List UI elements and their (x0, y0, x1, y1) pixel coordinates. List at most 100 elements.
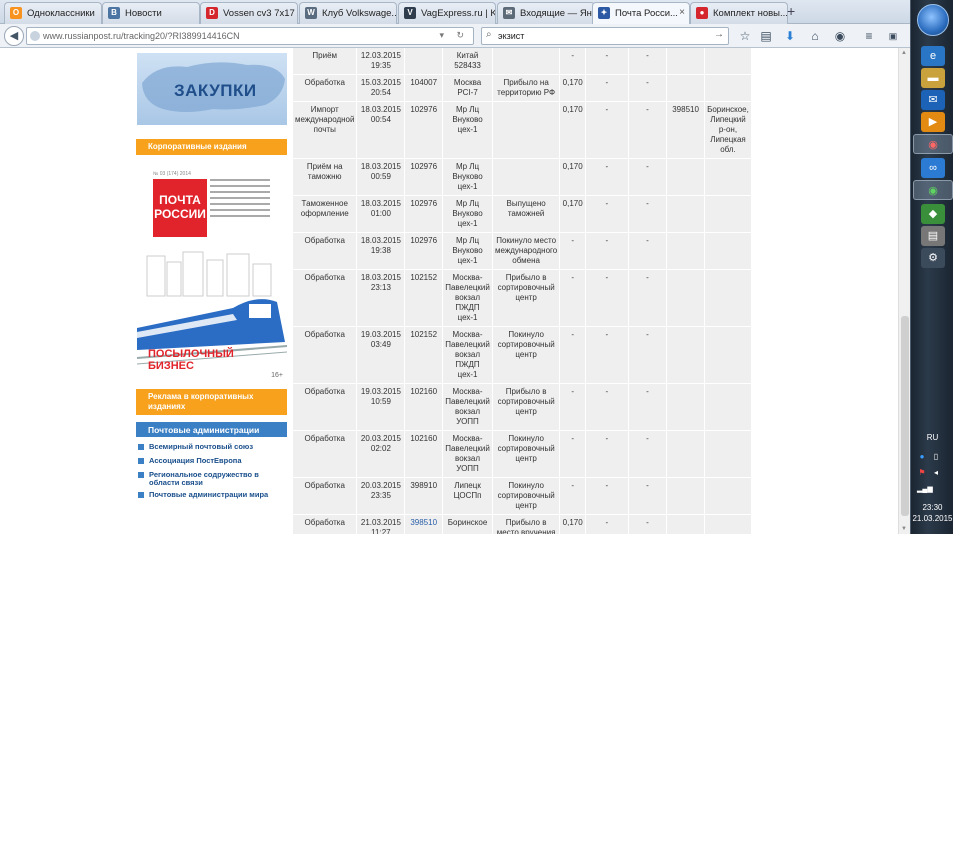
table-cell[interactable]: 398510 (404, 514, 444, 534)
table-cell: 0,170 (559, 158, 587, 196)
menu-icon[interactable]: ≡ (860, 27, 878, 45)
tab-label: Клуб Volkswage... (322, 8, 397, 19)
document-app-icon[interactable]: ▤ (921, 226, 945, 246)
ie-icon[interactable]: e (921, 46, 945, 66)
table-cell (666, 383, 705, 431)
table-cell (704, 195, 753, 233)
postal-link[interactable]: Региональное содружество в области связи (136, 471, 287, 487)
system-clock[interactable]: 23:30 21.03.2015 (911, 502, 954, 524)
start-button[interactable] (917, 4, 949, 36)
postal-link[interactable]: Ассоциация ПостЕвропа (136, 457, 287, 465)
search-input[interactable]: ⌕ экзист → (481, 27, 729, 45)
tray-app-icon[interactable]: ● (917, 452, 927, 462)
close-tab-icon[interactable]: × (679, 7, 685, 18)
table-cell: Обработка (293, 269, 358, 327)
browser-tab[interactable]: ✦ Почта Росси... × (592, 2, 690, 24)
scroll-up-icon[interactable]: ▲ (901, 50, 907, 56)
table-cell: 398910 (404, 477, 444, 515)
table-cell: Обработка (293, 232, 358, 270)
drive2-icon: ● (696, 7, 708, 19)
browser-tab[interactable]: ✉ Входящие — Ян... (497, 2, 595, 24)
bookmark-star-icon[interactable]: ☆ (736, 27, 754, 45)
language-indicator[interactable]: RU (911, 433, 954, 442)
table-cell: 19.03.2015 03:49 (356, 326, 406, 384)
bookmarks-list-icon[interactable]: ▤ (757, 27, 775, 45)
chrome-icon[interactable]: ◉ (913, 180, 953, 200)
mail-app-icon[interactable]: ✉ (921, 90, 945, 110)
explorer-icon[interactable]: ▬ (921, 68, 945, 88)
table-cell: - (628, 514, 668, 534)
table-cell: Прибыло в сортировочный центр (492, 269, 561, 327)
postal-link[interactable]: Всемирный почтовый союз (136, 443, 287, 451)
browser-tab[interactable]: D Vossen cv3 7x17 ... (200, 2, 298, 24)
browser-tab[interactable]: B Новости (102, 2, 200, 24)
scrollbar-thumb[interactable] (901, 316, 909, 516)
chat-icon[interactable]: ◉ (831, 27, 849, 45)
table-cell: Боринское, Липецкий р-он, Липецкая обл. (704, 101, 753, 159)
table-cell: Приём на таможню (293, 158, 358, 196)
volume-icon[interactable]: ◂ (931, 468, 941, 478)
tab-label: Vossen cv3 7x17 ... (223, 8, 298, 19)
back-button[interactable]: ◀ (4, 26, 24, 46)
page-scrollbar[interactable]: ▲ ▼ (898, 48, 910, 534)
network-signal-icon[interactable]: ▂▄▆ (917, 485, 933, 495)
skype-icon[interactable]: ∞ (921, 158, 945, 178)
browser-tab[interactable]: V VagExpress.ru | K... (398, 2, 496, 24)
zakupki-banner[interactable]: ЗАКУПКИ (137, 53, 287, 125)
sidebar-toggle-icon[interactable]: ▣ (884, 27, 902, 45)
magazine-cover[interactable]: № 03 (174) 2014 ПОЧТА РОССИИ (150, 171, 272, 239)
ads-header[interactable]: Реклама в корпоративных изданиях (136, 389, 287, 415)
drive2-icon: D (206, 7, 218, 19)
corporate-editions-header[interactable]: Корпоративные издания (136, 139, 287, 155)
table-row: Обработка 21.03.2015 11:27 398510 Боринское… (293, 514, 753, 534)
firefox-icon[interactable]: ◉ (913, 134, 953, 154)
postal-link-label: Ассоциация ПостЕвропа (149, 456, 242, 465)
table-cell (666, 430, 705, 478)
table-cell: 18.03.2015 23:13 (356, 269, 406, 327)
browser-tab[interactable]: ● Комплект новы... (690, 2, 788, 24)
address-bar[interactable]: www.russianpost.ru/tracking20/?RI3899144… (26, 27, 474, 45)
table-cell: Мр Лц Внуково цех-1 (442, 195, 494, 233)
steam-icon[interactable]: ⚙ (921, 248, 945, 268)
browser-tab[interactable]: О Одноклассники (4, 2, 102, 24)
scroll-down-icon[interactable]: ▼ (901, 526, 907, 532)
tab-label: Почта Росси... (615, 8, 678, 19)
browser-tab[interactable]: W Клуб Volkswage... (299, 2, 397, 24)
home-icon[interactable]: ⌂ (806, 27, 824, 45)
table-cell: - (585, 477, 629, 515)
table-cell: Покинуло сортировочный центр (492, 326, 561, 384)
table-cell: - (585, 269, 629, 327)
magazine-title: ПОЧТА РОССИИ (153, 179, 207, 237)
table-cell: 18.03.2015 00:59 (356, 158, 406, 196)
table-cell: 18.03.2015 01:00 (356, 195, 406, 233)
parcel-business-title: ПОСЫЛОЧНЫЙ БИЗНЕС (148, 348, 234, 372)
zakupki-label: ЗАКУПКИ (174, 81, 257, 100)
table-cell: - (559, 430, 587, 478)
tray-flag-icon[interactable]: ⚑ (917, 468, 927, 478)
table-row: Обработка 15.03.2015 20:54 104007 Москва PC… (293, 74, 753, 102)
tab-label: Одноклассники (27, 8, 95, 19)
postal-link[interactable]: Почтовые администрации мира (136, 491, 287, 499)
table-cell: Москва-Павелецкий вокзал УОПП (442, 430, 494, 478)
search-text: экзист (498, 31, 525, 41)
download-icon[interactable]: ⬇ (781, 27, 799, 45)
table-cell: - (628, 195, 668, 233)
table-cell: 102976 (404, 158, 444, 196)
tray-clipboard-icon[interactable]: ▯ (931, 452, 941, 462)
table-cell: Москва-Павелецкий вокзал УОПП (442, 383, 494, 431)
parcel-business-title-2: БИЗНЕС (148, 360, 194, 372)
tab-label: Новости (125, 8, 162, 19)
table-cell (492, 101, 561, 159)
network-app-icon[interactable]: ◆ (921, 204, 945, 224)
url-controls[interactable]: ▾ ↻ (439, 30, 469, 41)
navigation-bar: ◀ www.russianpost.ru/tracking20/?RI38991… (0, 24, 910, 48)
postal-administrations-header[interactable]: Почтовые администрации (136, 422, 287, 437)
search-go-icon[interactable]: → (714, 29, 724, 40)
new-tab-button[interactable]: + (787, 3, 795, 19)
media-player-icon[interactable]: ▶ (921, 112, 945, 132)
table-cell: Приём (293, 48, 358, 75)
table-cell: - (559, 477, 587, 515)
parcel-business-banner[interactable]: ПОСЫЛОЧНЫЙ БИЗНЕС 16+ (137, 250, 287, 382)
table-row: Таможенное оформление 18.03.2015 01:00 102… (293, 195, 753, 233)
tab-bar: О Одноклассники B Новости D Vossen cv3 7x17 .… (0, 0, 910, 24)
